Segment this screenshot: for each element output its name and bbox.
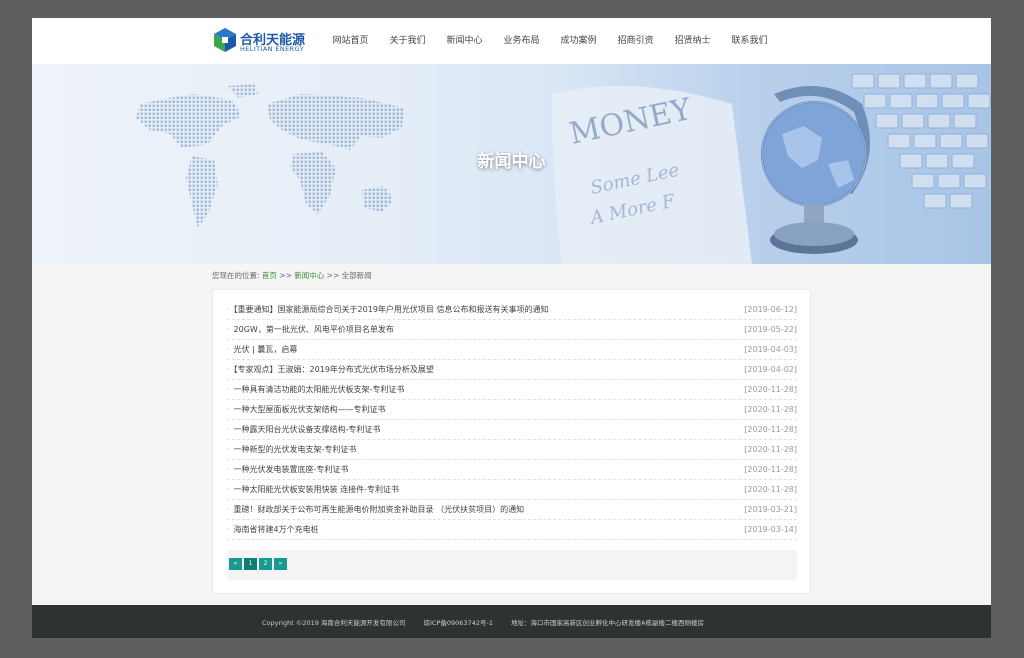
news-title[interactable]: 20GW，第一批光伏、风电平价项目名单发布 (227, 324, 394, 335)
pagination: « 1 2 » (229, 558, 287, 570)
prev-page-button[interactable]: « (229, 558, 242, 570)
pagination-bar: « 1 2 » (227, 550, 797, 580)
news-title[interactable]: 【重要通知】国家能源局综合司关于2019年户用光伏项目 信息公布和报送有关事项的… (227, 304, 549, 315)
news-item[interactable]: 一种太阳能光伏板安装用快装 连接件-专利证书 [2020-11-28] (227, 480, 797, 500)
site-footer: Copyright ©2019 海南合利天能源开发有限公司 琼ICP备09063… (32, 605, 991, 638)
news-list-panel: 【重要通知】国家能源局综合司关于2019年户用光伏项目 信息公布和报送有关事项的… (212, 289, 811, 594)
news-date: [2020-11-28] (744, 445, 797, 454)
breadcrumb: 您现在的位置: 首页 >> 新闻中心 >> 全部新闻 (212, 270, 372, 281)
news-item[interactable]: 重磅！财政部关于公布可再生能源电价附加资金补助目录 （光伏扶贫项目）的通知 [20… (227, 500, 797, 520)
news-title[interactable]: 一种太阳能光伏板安装用快装 连接件-专利证书 (227, 484, 399, 495)
breadcrumb-home[interactable]: 首页 (262, 271, 277, 280)
nav-about[interactable]: 关于我们 (379, 18, 436, 64)
news-date: [2019-04-03] (744, 345, 797, 354)
news-item[interactable]: 一种露天阳台光伏设备支撑结构-专利证书 [2020-11-28] (227, 420, 797, 440)
breadcrumb-separator: >> (326, 271, 340, 280)
news-date: [2020-11-28] (744, 465, 797, 474)
footer-icp[interactable]: 琼ICP备09063742号-1 (424, 619, 493, 627)
news-title[interactable]: 一种露天阳台光伏设备支撑结构-专利证书 (227, 424, 381, 435)
news-date: [2020-11-28] (744, 405, 797, 414)
main-nav: 网站首页 关于我们 新闻中心 业务布局 成功案例 招商引资 招贤纳士 联系我们 (322, 18, 778, 64)
news-item[interactable]: 【专家观点】王淑娟：2019年分布式光伏市场分析及展望 [2019-04-02] (227, 360, 797, 380)
footer-address: 地址：海口市国家高新区创业孵化中心研发楼A栋副楼二楼西侧楼房 (511, 619, 704, 627)
nav-investment[interactable]: 招商引资 (607, 18, 664, 64)
nav-news[interactable]: 新闻中心 (436, 18, 493, 64)
news-date: [2020-11-28] (744, 425, 797, 434)
banner-title: 新闻中心 (477, 152, 546, 172)
news-title[interactable]: 【专家观点】王淑娟：2019年分布式光伏市场分析及展望 (227, 364, 434, 375)
news-banner: MONEY Some Lee A More F 新闻中心 (32, 64, 991, 264)
site-logo[interactable]: 合利天能源 HELITIAN ENERGY (212, 27, 322, 55)
nav-contact[interactable]: 联系我们 (721, 18, 778, 64)
page-2-button[interactable]: 2 (259, 558, 272, 570)
breadcrumb-current: 全部新闻 (341, 271, 372, 280)
nav-careers[interactable]: 招贤纳士 (664, 18, 721, 64)
news-item[interactable]: 一种新型的光伏发电支架-专利证书 [2020-11-28] (227, 440, 797, 460)
news-date: [2019-03-21] (744, 505, 797, 514)
news-title[interactable]: 一种新型的光伏发电支架-专利证书 (227, 444, 357, 455)
breadcrumb-separator: >> (279, 271, 292, 280)
news-title[interactable]: 一种大型屋面板光伏支架结构——专利证书 (227, 404, 386, 415)
news-title[interactable]: 一种光伏发电装置底座-专利证书 (227, 464, 349, 475)
nav-cases[interactable]: 成功案例 (550, 18, 607, 64)
news-title[interactable]: 光伏 | 曩瓦，启幕 (227, 344, 298, 355)
news-list: 【重要通知】国家能源局综合司关于2019年户用光伏项目 信息公布和报送有关事项的… (227, 300, 797, 540)
news-date: [2019-04-02] (744, 365, 797, 374)
nav-business[interactable]: 业务布局 (493, 18, 550, 64)
site-header: 合利天能源 HELITIAN ENERGY 网站首页 关于我们 新闻中心 业务布… (32, 18, 991, 64)
news-item[interactable]: 光伏 | 曩瓦，启幕 [2019-04-03] (227, 340, 797, 360)
news-item[interactable]: 一种具有清洁功能的太阳能光伏板支架-专利证书 [2020-11-28] (227, 380, 797, 400)
news-item[interactable]: 一种光伏发电装置底座-专利证书 [2020-11-28] (227, 460, 797, 480)
breadcrumb-prefix: 您现在的位置: (212, 271, 260, 280)
page-1-button[interactable]: 1 (244, 558, 257, 570)
news-item[interactable]: 海南省将建4万个充电桩 [2019-03-14] (227, 520, 797, 540)
next-page-button[interactable]: » (274, 558, 287, 570)
news-date: [2020-11-28] (744, 385, 797, 394)
logo-subtext: HELITIAN ENERGY (240, 45, 305, 53)
news-date: [2019-06-12] (744, 305, 797, 314)
news-title[interactable]: 重磅！财政部关于公布可再生能源电价附加资金补助目录 （光伏扶贫项目）的通知 (227, 504, 525, 515)
news-title[interactable]: 一种具有清洁功能的太阳能光伏板支架-专利证书 (227, 384, 405, 395)
breadcrumb-news[interactable]: 新闻中心 (294, 271, 324, 280)
footer-info: Copyright ©2019 海南合利天能源开发有限公司 琼ICP备09063… (262, 617, 720, 627)
news-date: [2019-05-22] (744, 325, 797, 334)
news-item[interactable]: 【重要通知】国家能源局综合司关于2019年户用光伏项目 信息公布和报送有关事项的… (227, 300, 797, 320)
news-title[interactable]: 海南省将建4万个充电桩 (227, 524, 319, 535)
news-item[interactable]: 20GW，第一批光伏、风电平价项目名单发布 [2019-05-22] (227, 320, 797, 340)
page-frame: 合利天能源 HELITIAN ENERGY 网站首页 关于我们 新闻中心 业务布… (32, 18, 991, 638)
news-date: [2019-03-14] (744, 525, 797, 534)
news-date: [2020-11-28] (744, 485, 797, 494)
news-item[interactable]: 一种大型屋面板光伏支架结构——专利证书 [2020-11-28] (227, 400, 797, 420)
footer-copyright: Copyright ©2019 海南合利天能源开发有限公司 (262, 619, 406, 627)
nav-home[interactable]: 网站首页 (322, 18, 379, 64)
logo-cube-icon (214, 28, 236, 52)
